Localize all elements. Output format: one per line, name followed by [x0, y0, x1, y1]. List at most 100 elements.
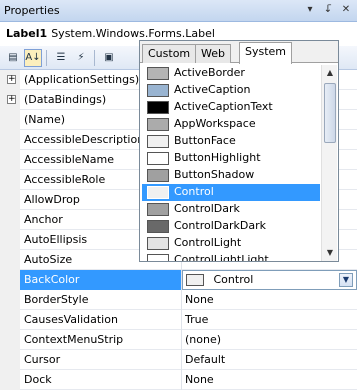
color-name: ControlDark: [174, 202, 240, 215]
color-swatch: [186, 274, 204, 286]
column-divider[interactable]: [181, 310, 182, 330]
property-row[interactable]: BorderStyle None: [0, 290, 357, 310]
property-value[interactable]: None: [185, 293, 214, 306]
color-tabs: Custom Web System: [140, 41, 338, 64]
toolbar-separator: [94, 50, 95, 66]
color-name: ButtonShadow: [174, 168, 255, 181]
row-gutter: [0, 270, 20, 290]
tab-system[interactable]: System: [239, 42, 293, 64]
color-swatch: [147, 186, 169, 199]
property-value: Control: [213, 273, 254, 286]
toolbar-separator: [46, 50, 47, 66]
color-name: ButtonFace: [174, 134, 236, 147]
color-swatch: [147, 84, 169, 97]
window-title: Properties: [4, 4, 60, 17]
events-icon[interactable]: ⚡: [72, 49, 90, 67]
color-name: ButtonHighlight: [174, 151, 261, 164]
color-swatch: [147, 152, 169, 165]
color-list-scrollbar[interactable]: ▲ ▼: [321, 65, 337, 261]
system-color-list: ActiveBorder ActiveCaption ActiveCaptionTe…: [142, 65, 320, 261]
color-list-item[interactable]: AppWorkspace: [142, 116, 320, 133]
expand-icon[interactable]: +: [7, 95, 16, 104]
tab-custom[interactable]: Custom: [142, 44, 197, 63]
dropdown-arrow-icon[interactable]: ▼: [339, 273, 353, 287]
color-list-item[interactable]: ButtonShadow: [142, 167, 320, 184]
row-gutter: [0, 190, 20, 210]
color-name: ControlLightLight: [174, 253, 269, 261]
color-name: ActiveBorder: [174, 66, 245, 79]
color-list-item[interactable]: ActiveCaptionText: [142, 99, 320, 116]
color-list-item[interactable]: ControlLightLight: [142, 252, 320, 261]
color-list-item[interactable]: ActiveBorder: [142, 65, 320, 82]
color-name: ControlLight: [174, 236, 242, 249]
close-icon[interactable]: ✕: [338, 2, 354, 18]
property-row[interactable]: Cursor Default: [0, 350, 357, 370]
color-name: Control: [174, 185, 214, 198]
title-bar: Properties ▾ ↓̄ ✕: [0, 0, 357, 22]
dropdown-arrow-icon[interactable]: ▾: [302, 2, 318, 18]
property-value[interactable]: (none): [185, 333, 221, 346]
property-name: CausesValidation: [24, 313, 118, 326]
color-name: ControlDarkDark: [174, 219, 266, 232]
property-value[interactable]: Default: [185, 353, 225, 366]
property-name: BorderStyle: [24, 293, 89, 306]
scroll-down-icon[interactable]: ▼: [322, 245, 338, 261]
row-gutter: [0, 110, 20, 130]
row-gutter: [0, 290, 20, 310]
color-swatch: [147, 237, 169, 250]
property-value[interactable]: None: [185, 373, 214, 386]
column-divider[interactable]: [181, 290, 182, 310]
row-gutter: [0, 210, 20, 230]
color-swatch: [147, 254, 169, 261]
expand-icon[interactable]: +: [7, 75, 16, 84]
row-gutter: [0, 350, 20, 370]
row-gutter: [0, 150, 20, 170]
column-divider[interactable]: [181, 350, 182, 370]
row-gutter: [0, 250, 20, 270]
object-name: Label1: [6, 27, 48, 40]
color-swatch: [147, 135, 169, 148]
color-swatch: [147, 220, 169, 233]
property-row[interactable]: BackColor Control ▼: [0, 270, 357, 290]
color-value-editor[interactable]: Control ▼: [182, 270, 357, 290]
property-name: BackColor: [24, 273, 80, 286]
color-list-item[interactable]: ControlDark: [142, 201, 320, 218]
color-name: ActiveCaptionText: [174, 100, 273, 113]
property-name: ContextMenuStrip: [24, 333, 124, 346]
property-name: Dock: [24, 373, 52, 386]
row-gutter: [0, 370, 20, 390]
scroll-up-icon[interactable]: ▲: [322, 65, 338, 81]
color-list-item[interactable]: ButtonFace: [142, 133, 320, 150]
property-name: Cursor: [24, 353, 61, 366]
object-type: System.Windows.Forms.Label: [51, 27, 215, 40]
tab-web[interactable]: Web: [195, 44, 231, 63]
scroll-thumb[interactable]: [324, 83, 336, 143]
color-swatch: [147, 118, 169, 131]
color-list-item[interactable]: Control: [142, 184, 320, 201]
properties-icon[interactable]: ☰: [52, 49, 70, 67]
color-list-item[interactable]: ControlLight: [142, 235, 320, 252]
column-divider[interactable]: [181, 370, 182, 390]
color-swatch: [147, 67, 169, 80]
pin-icon[interactable]: ↓̄: [320, 2, 336, 18]
color-name: ActiveCaption: [174, 83, 251, 96]
row-gutter: [0, 170, 20, 190]
color-list-item[interactable]: ControlDarkDark: [142, 218, 320, 235]
color-name: AppWorkspace: [174, 117, 256, 130]
color-list-item[interactable]: ButtonHighlight: [142, 150, 320, 167]
categorized-icon[interactable]: ▤: [4, 49, 22, 67]
property-row[interactable]: CausesValidation True: [0, 310, 357, 330]
row-gutter: [0, 310, 20, 330]
color-picker-popup: Custom Web System ActiveBorder ActiveCapt…: [139, 40, 339, 262]
property-pages-icon[interactable]: ▣: [100, 49, 118, 67]
row-gutter: [0, 230, 20, 250]
property-value[interactable]: True: [185, 313, 208, 326]
column-divider[interactable]: [181, 330, 182, 350]
property-row[interactable]: ContextMenuStrip (none): [0, 330, 357, 350]
row-gutter: [0, 330, 20, 350]
alphabetical-icon[interactable]: A↓: [24, 49, 42, 67]
color-swatch: [147, 101, 169, 114]
color-swatch: [147, 169, 169, 182]
color-list-item[interactable]: ActiveCaption: [142, 82, 320, 99]
property-row[interactable]: Dock None: [0, 370, 357, 390]
